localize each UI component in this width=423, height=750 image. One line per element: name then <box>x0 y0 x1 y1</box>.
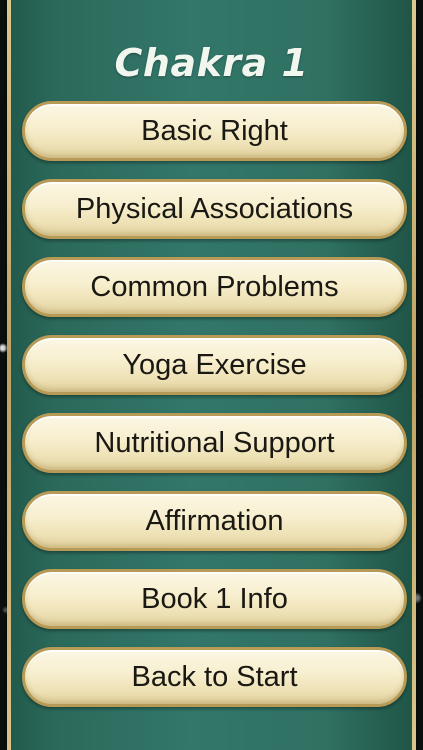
back-to-start-button[interactable]: Back to Start <box>22 647 407 707</box>
yoga-exercise-button[interactable]: Yoga Exercise <box>22 335 407 395</box>
affirmation-button[interactable]: Affirmation <box>22 491 407 551</box>
book-1-info-button[interactable]: Book 1 Info <box>22 569 407 629</box>
physical-associations-button[interactable]: Physical Associations <box>22 179 407 239</box>
basic-right-button[interactable]: Basic Right <box>22 101 407 161</box>
page-title: Chakra 1 <box>114 41 309 86</box>
common-problems-button[interactable]: Common Problems <box>22 257 407 317</box>
nutritional-support-button[interactable]: Nutritional Support <box>22 413 407 473</box>
menu-list: Basic Right Physical Associations Common… <box>22 101 407 725</box>
app-screen: Chakra 1 Basic Right Physical Associatio… <box>0 0 423 750</box>
